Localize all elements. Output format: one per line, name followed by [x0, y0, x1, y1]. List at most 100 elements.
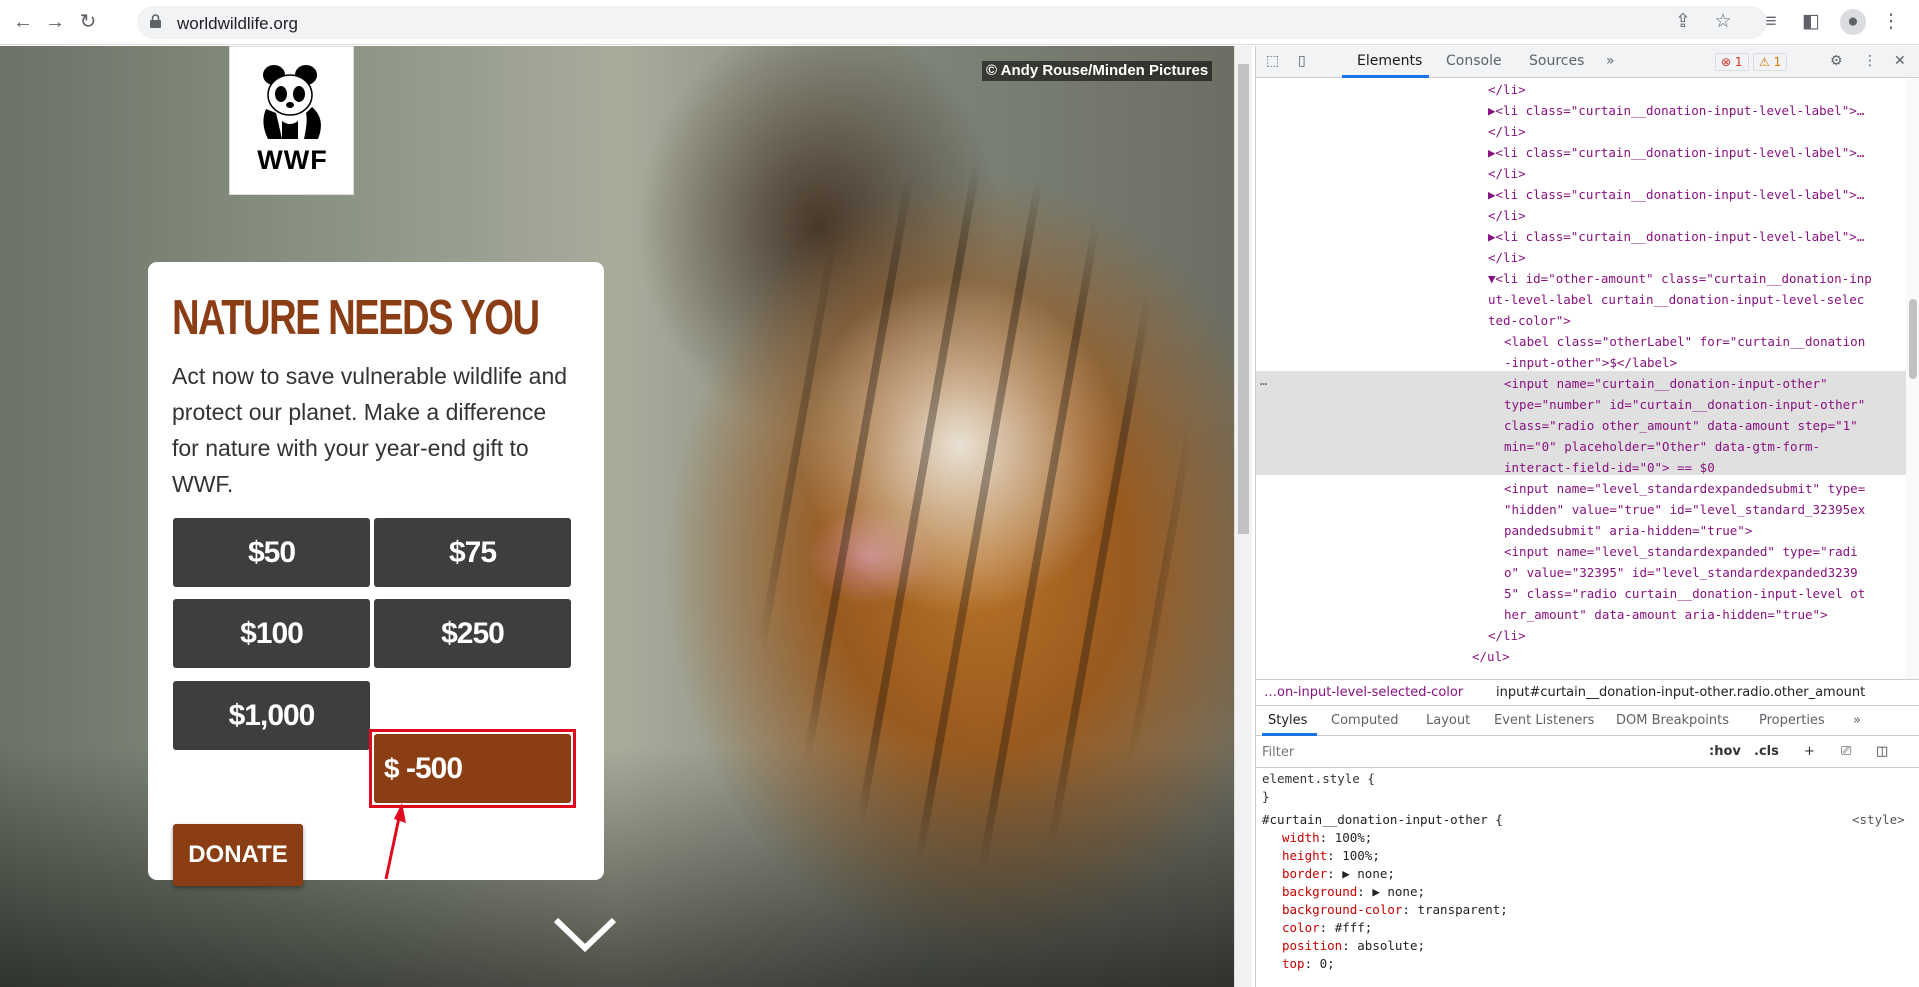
- dom-line[interactable]: <input name="level_standardexpanded" typ…: [1504, 541, 1858, 562]
- css-property-value[interactable]: 100%;: [1342, 848, 1380, 863]
- dom-line[interactable]: ted-color">: [1488, 310, 1571, 331]
- tab-sources[interactable]: Sources: [1529, 53, 1584, 69]
- share-icon[interactable]: ⇪: [1670, 9, 1696, 35]
- reading-list-icon[interactable]: ≡: [1758, 9, 1784, 35]
- dom-line[interactable]: interact-field-id="0"> == $0: [1504, 457, 1715, 478]
- dom-tree[interactable]: … </li> ▶<li class="curtain__donation-inp…: [1256, 79, 1906, 679]
- new-rule-icon[interactable]: +: [1804, 736, 1815, 768]
- amount-button-75[interactable]: $75: [374, 518, 571, 587]
- dom-line[interactable]: <input name="level_standardexpandedsubmi…: [1504, 478, 1865, 499]
- css-property-value[interactable]: 100%;: [1335, 830, 1373, 845]
- dom-line[interactable]: ▼<li id="other-amount" class="curtain__d…: [1488, 268, 1872, 289]
- inspect-element-icon[interactable]: ⬚: [1266, 53, 1279, 69]
- dom-line[interactable]: <input name="curtain__donation-input-oth…: [1504, 373, 1828, 394]
- css-property[interactable]: position: absolute;: [1282, 937, 1425, 955]
- css-property-name[interactable]: height: [1282, 848, 1327, 863]
- css-property[interactable]: width: 100%;: [1282, 829, 1372, 847]
- css-property-name[interactable]: color: [1282, 920, 1320, 935]
- css-property[interactable]: background: ▶ none;: [1282, 883, 1425, 901]
- dom-line[interactable]: </li>: [1488, 121, 1526, 142]
- css-property-value[interactable]: absolute;: [1357, 938, 1425, 953]
- css-property-name[interactable]: top: [1282, 956, 1305, 971]
- dom-line[interactable]: 5" class="radio curtain__donation-input-…: [1504, 583, 1865, 604]
- device-toolbar-icon[interactable]: ▯: [1298, 53, 1306, 69]
- dom-scrollbar[interactable]: [1906, 79, 1919, 679]
- css-property-name[interactable]: background-color: [1282, 902, 1402, 917]
- amount-button-100[interactable]: $100: [173, 599, 370, 668]
- dom-line[interactable]: "hidden" value="true" id="level_standard…: [1504, 499, 1865, 520]
- scroll-down-chevron-icon[interactable]: [552, 914, 618, 954]
- tab-elements[interactable]: Elements: [1357, 53, 1422, 69]
- profile-avatar-icon[interactable]: ●: [1840, 9, 1866, 35]
- dom-line[interactable]: <label class="otherLabel" for="curtain__…: [1504, 331, 1865, 352]
- tab-styles[interactable]: Styles: [1268, 706, 1307, 736]
- dom-line[interactable]: ▶<li class="curtain__donation-input-leve…: [1488, 100, 1864, 121]
- dom-line[interactable]: ▶<li class="curtain__donation-input-leve…: [1488, 184, 1864, 205]
- css-property-value[interactable]: 0;: [1320, 956, 1335, 971]
- tab-computed[interactable]: Computed: [1331, 706, 1399, 736]
- css-property-name[interactable]: background: [1282, 884, 1357, 899]
- tab-console[interactable]: Console: [1446, 53, 1502, 69]
- page-scrollbar[interactable]: [1234, 46, 1252, 987]
- dom-line[interactable]: </ul>: [1472, 646, 1510, 667]
- dom-scrollbar-thumb[interactable]: [1909, 299, 1917, 379]
- donate-button[interactable]: DONATE: [173, 824, 303, 886]
- more-tabs-icon[interactable]: »: [1606, 53, 1615, 69]
- css-property[interactable]: top: 0;: [1282, 955, 1335, 973]
- dom-line[interactable]: min="0" placeholder="Other" data-gtm-for…: [1504, 436, 1820, 457]
- breadcrumb-current[interactable]: input#curtain__donation-input-other.radi…: [1496, 680, 1865, 705]
- css-property[interactable]: border: ▶ none;: [1282, 865, 1395, 883]
- css-property-value[interactable]: ▶ none;: [1342, 866, 1395, 881]
- forward-icon[interactable]: →: [42, 9, 68, 35]
- dom-line[interactable]: -input-other">$</label>: [1504, 352, 1677, 373]
- back-icon[interactable]: ←: [10, 9, 36, 35]
- tab-properties[interactable]: Properties: [1759, 706, 1825, 736]
- errors-badge[interactable]: ⊗ 1: [1715, 53, 1749, 71]
- more-style-tabs-icon[interactable]: »: [1853, 706, 1861, 736]
- css-property-value[interactable]: ▶ none;: [1372, 884, 1425, 899]
- tab-dom-breakpoints[interactable]: DOM Breakpoints: [1616, 706, 1729, 736]
- address-bar[interactable]: worldwildlife.org: [137, 6, 1767, 39]
- page-scrollbar-thumb[interactable]: [1238, 64, 1249, 534]
- paint-icon[interactable]: ⎚: [1841, 736, 1851, 768]
- style-rules[interactable]: element.style { } #curtain__donation-inp…: [1262, 768, 1912, 987]
- reload-icon[interactable]: ↻: [75, 9, 101, 35]
- sidebar-toggle-icon[interactable]: ◫: [1876, 736, 1888, 768]
- node-menu-icon[interactable]: …: [1260, 371, 1267, 392]
- dom-line[interactable]: ut-level-label curtain__donation-input-l…: [1488, 289, 1864, 310]
- hov-toggle[interactable]: :hov: [1709, 736, 1741, 768]
- settings-gear-icon[interactable]: ⚙: [1830, 53, 1843, 69]
- breadcrumb-parent[interactable]: …on-input-level-selected-color: [1264, 680, 1463, 705]
- dom-line[interactable]: class="radio other_amount" data-amount s…: [1504, 415, 1858, 436]
- css-property-value[interactable]: #fff;: [1335, 920, 1373, 935]
- dom-line[interactable]: pandedsubmit" aria-hidden="true">: [1504, 520, 1752, 541]
- amount-button-250[interactable]: $250: [374, 599, 571, 668]
- dom-line[interactable]: </li>: [1488, 205, 1526, 226]
- dom-line[interactable]: ▶<li class="curtain__donation-input-leve…: [1488, 226, 1864, 247]
- css-property-name[interactable]: position: [1282, 938, 1342, 953]
- dom-line[interactable]: </li>: [1488, 247, 1526, 268]
- css-property-value[interactable]: transparent;: [1417, 902, 1507, 917]
- close-devtools-icon[interactable]: ✕: [1894, 53, 1906, 69]
- css-property-name[interactable]: width: [1282, 830, 1320, 845]
- devtools-menu-icon[interactable]: ⋮: [1863, 53, 1877, 69]
- dom-line[interactable]: </li>: [1488, 163, 1526, 184]
- browser-menu-icon[interactable]: ⋮: [1878, 9, 1904, 35]
- bookmark-star-icon[interactable]: ☆: [1710, 9, 1736, 35]
- css-property[interactable]: color: #fff;: [1282, 919, 1372, 937]
- tab-event-listeners[interactable]: Event Listeners: [1494, 706, 1594, 736]
- css-property-name[interactable]: border: [1282, 866, 1327, 881]
- warnings-badge[interactable]: ⚠ 1: [1753, 53, 1788, 71]
- amount-button-1000[interactable]: $1,000: [173, 681, 370, 750]
- css-property[interactable]: background-color: transparent;: [1282, 901, 1508, 919]
- dom-line[interactable]: ▶<li class="curtain__donation-input-leve…: [1488, 142, 1864, 163]
- cls-toggle[interactable]: .cls: [1754, 736, 1779, 768]
- amount-button-50[interactable]: $50: [173, 518, 370, 587]
- styles-filter-input[interactable]: [1262, 740, 1682, 764]
- dom-line[interactable]: </li>: [1488, 79, 1526, 100]
- side-panel-icon[interactable]: ◧: [1798, 9, 1824, 35]
- rule-source[interactable]: <style>: [1852, 811, 1905, 829]
- dom-line[interactable]: </li>: [1488, 625, 1526, 646]
- dom-line[interactable]: type="number" id="curtain__donation-inpu…: [1504, 394, 1865, 415]
- dom-line[interactable]: her_amount" data-amount aria-hidden="tru…: [1504, 604, 1828, 625]
